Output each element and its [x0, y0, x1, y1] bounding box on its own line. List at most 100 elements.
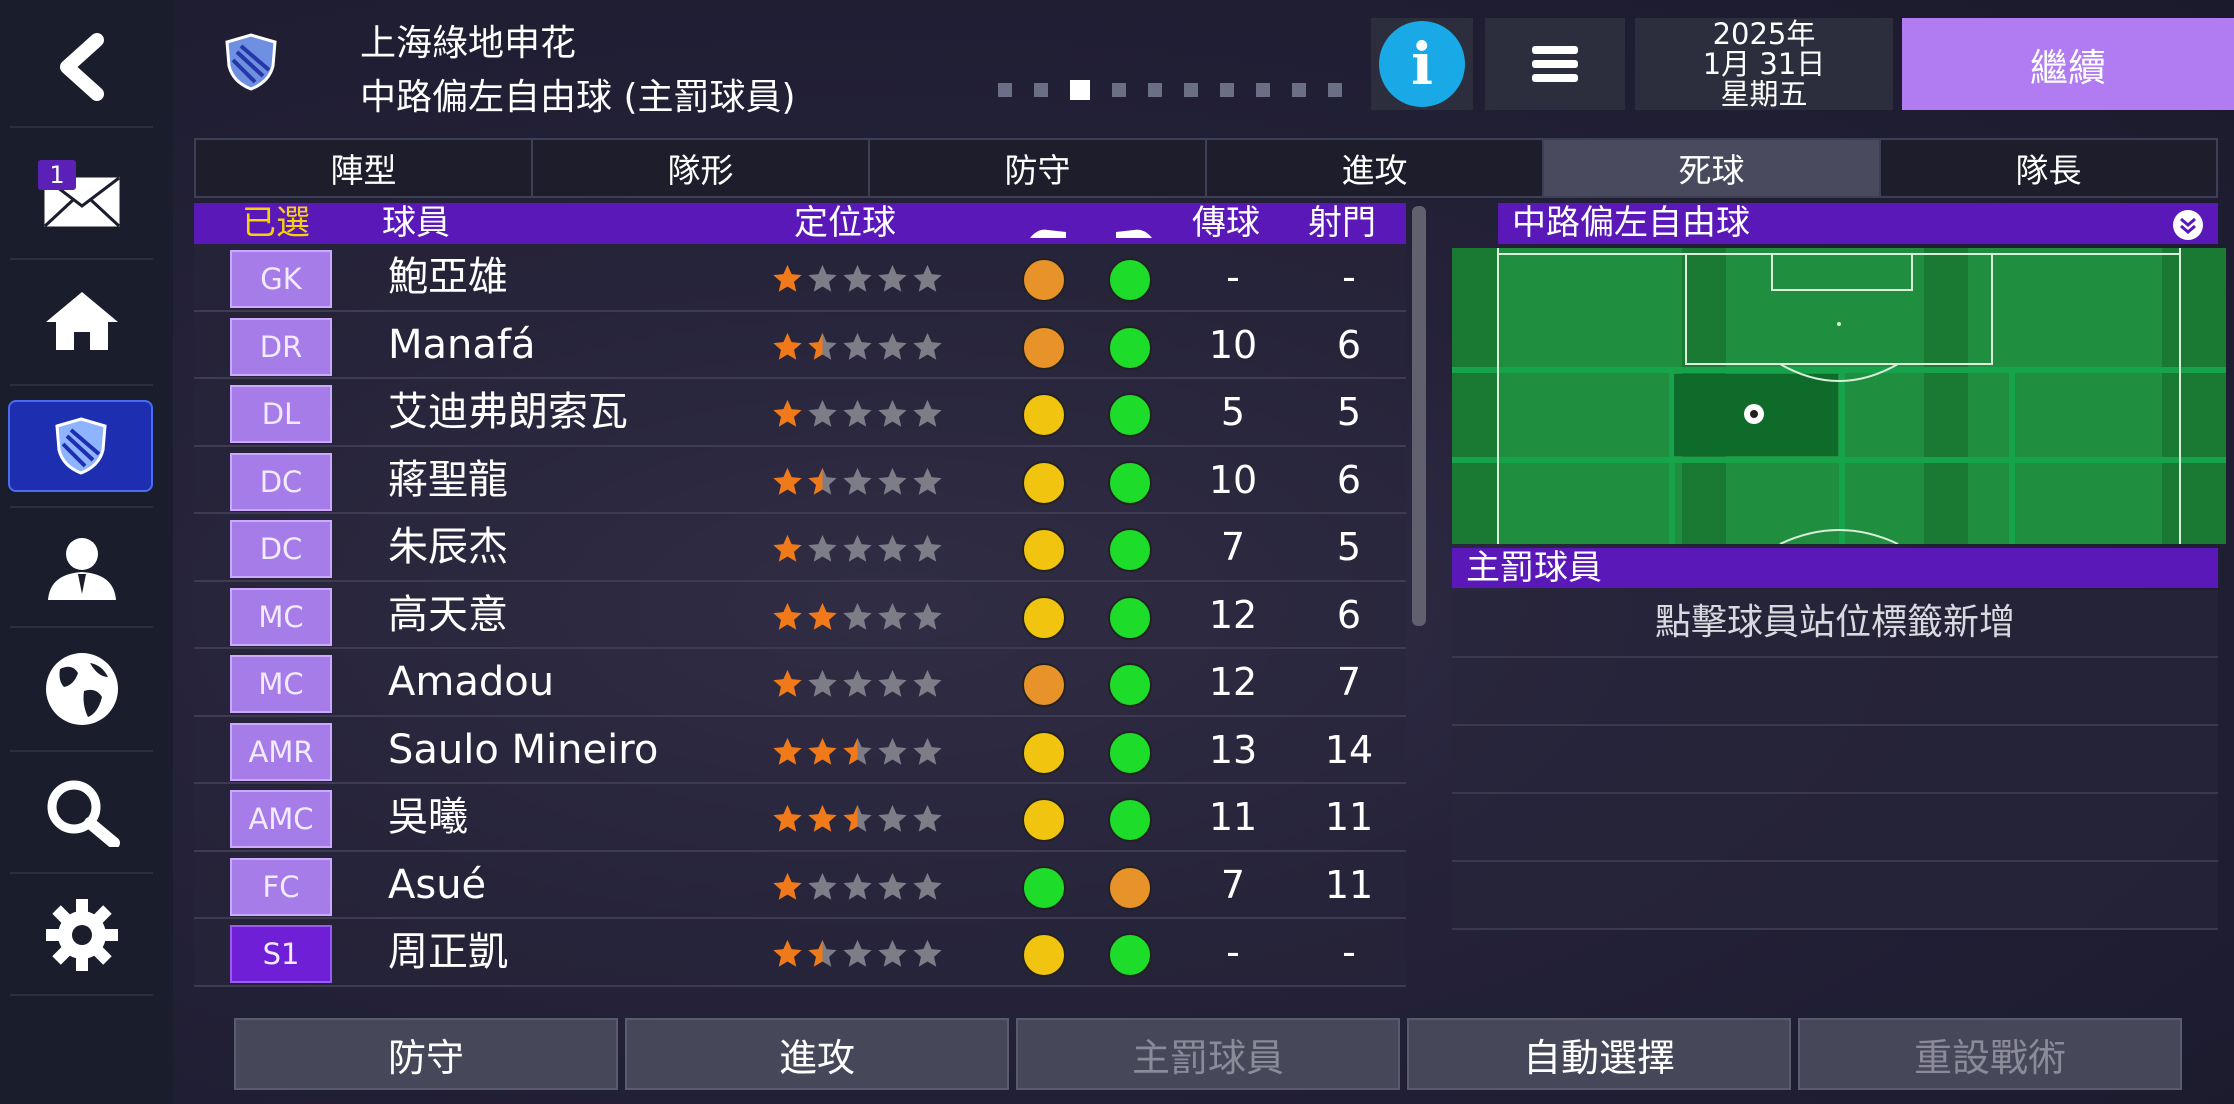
position-tag[interactable]: DC — [230, 520, 332, 578]
home-button[interactable] — [10, 266, 153, 376]
position-tag[interactable]: GK — [230, 250, 332, 308]
search-button[interactable] — [10, 758, 153, 868]
manager-button[interactable] — [10, 514, 153, 624]
hamburger-menu-icon — [1532, 46, 1578, 82]
position-tag[interactable]: S1 — [230, 925, 332, 983]
player-name[interactable]: Amadou — [388, 649, 554, 716]
player-name[interactable]: Manafá — [388, 312, 535, 379]
pitch-diagram[interactable] — [1452, 248, 2226, 544]
tab-attack[interactable]: 進攻 — [1207, 140, 1544, 196]
player-name[interactable]: 朱辰杰 — [388, 514, 508, 581]
position-tag[interactable]: DR — [230, 317, 332, 376]
table-row[interactable]: GK 鮑亞雄 - - — [194, 244, 1406, 312]
table-row[interactable]: S1 周正凱 - - — [194, 919, 1406, 987]
star-icon — [913, 332, 942, 360]
taker-slot[interactable]: 點擊球員站位標籤新增 — [1452, 590, 2218, 658]
position-tag[interactable]: AMC — [230, 790, 332, 848]
shooting-value: - — [1342, 930, 1356, 974]
page-dot-active[interactable] — [1070, 80, 1090, 100]
settings-button[interactable] — [10, 880, 153, 990]
auto-select-button[interactable]: 自動選擇 — [1407, 1018, 1791, 1090]
tab-formation[interactable]: 陣型 — [196, 140, 533, 196]
player-name[interactable]: Asué — [388, 852, 486, 919]
taker-slot[interactable] — [1452, 726, 2218, 794]
page-dot[interactable] — [1034, 83, 1048, 97]
page-dot[interactable] — [1112, 83, 1126, 97]
position-tag[interactable]: AMR — [230, 722, 332, 781]
player-name[interactable]: 艾迪弗朗索瓦 — [388, 379, 628, 446]
tab-defense[interactable]: 防守 — [870, 140, 1207, 196]
chevron-down-icon — [2172, 209, 2204, 250]
page-dot[interactable] — [1292, 83, 1306, 97]
table-row[interactable]: MC Amadou 12 7 — [194, 649, 1406, 717]
taker-slot[interactable] — [1452, 862, 2218, 930]
position-tag[interactable]: DL — [230, 385, 332, 443]
taker-slot[interactable] — [1452, 794, 2218, 862]
shooting-value: 11 — [1324, 795, 1374, 839]
player-name[interactable]: 蔣聖龍 — [388, 447, 508, 514]
table-row[interactable]: DC 朱辰杰 7 5 — [194, 514, 1406, 582]
club-shield-icon — [225, 33, 277, 91]
tab-shape[interactable]: 隊形 — [533, 140, 870, 196]
player-name[interactable]: Saulo Mineiro — [388, 717, 658, 784]
divider — [10, 258, 153, 260]
player-name[interactable]: 鮑亞雄 — [388, 244, 508, 311]
star-icon — [843, 602, 872, 630]
set-piece-title: 中路偏左自由球 — [1512, 203, 1750, 243]
back-button[interactable] — [10, 12, 153, 122]
player-name[interactable]: 周正凱 — [388, 919, 508, 986]
page-dot[interactable] — [1256, 83, 1270, 97]
page-dot[interactable] — [1328, 83, 1342, 97]
info-button[interactable]: i — [1371, 18, 1473, 110]
attack-button[interactable]: 進攻 — [625, 1018, 1009, 1090]
star-icon — [773, 399, 802, 427]
menu-button[interactable] — [1485, 18, 1625, 110]
taker-button[interactable]: 主罰球員 — [1016, 1018, 1400, 1090]
set-piece-selector[interactable]: 中路偏左自由球 — [1498, 203, 2218, 244]
player-name[interactable]: 高天意 — [388, 582, 508, 649]
tab-set-pieces[interactable]: 死球 — [1544, 140, 1881, 196]
player-name[interactable]: 吳曦 — [388, 784, 468, 851]
world-button[interactable] — [10, 634, 153, 744]
position-tag[interactable]: FC — [230, 857, 332, 916]
table-row[interactable]: AMC 吳曦 11 11 — [194, 784, 1406, 852]
star-icon — [913, 804, 942, 832]
star-icon — [773, 872, 802, 900]
position-tag[interactable]: DC — [230, 452, 332, 511]
table-row[interactable]: DR Manafá 10 6 — [194, 311, 1406, 379]
player-list-scrollbar[interactable] — [1412, 206, 1426, 626]
page-dot[interactable] — [998, 83, 1012, 97]
tab-captain[interactable]: 隊長 — [1881, 140, 2216, 196]
date-display[interactable]: 2025年 1月 31日 星期五 — [1635, 18, 1893, 110]
position-tag[interactable]: MC — [230, 587, 332, 646]
page-dot[interactable] — [1148, 83, 1162, 97]
table-row[interactable]: DC 蔣聖龍 10 6 — [194, 446, 1406, 514]
position-tag[interactable]: MC — [230, 655, 332, 713]
passing-value: - — [1226, 930, 1240, 974]
star-icon — [808, 872, 837, 900]
table-row[interactable]: DL 艾迪弗朗索瓦 5 5 — [194, 379, 1406, 447]
taker-slot[interactable] — [1452, 658, 2218, 726]
continue-button[interactable]: 繼續 — [1902, 18, 2234, 110]
inbox-button[interactable] — [10, 140, 153, 250]
star-icon — [913, 602, 942, 630]
page-dot[interactable] — [1220, 83, 1234, 97]
page-dot[interactable] — [1184, 83, 1198, 97]
divider — [10, 626, 153, 628]
col-shooting: 射門 — [1308, 203, 1376, 243]
table-row[interactable]: MC 高天意 12 6 — [194, 581, 1406, 649]
star-icon — [878, 264, 907, 292]
star-icon — [773, 669, 802, 697]
club-button[interactable] — [8, 400, 153, 492]
right-foot-indicator — [1108, 528, 1152, 572]
info-icon: i — [1379, 21, 1465, 107]
table-row[interactable]: FC Asué 7 11 — [194, 851, 1406, 919]
manager-icon — [47, 538, 116, 600]
table-row[interactable]: AMR Saulo Mineiro 13 14 — [194, 716, 1406, 784]
shooting-value: 14 — [1324, 727, 1374, 772]
defense-button[interactable]: 防守 — [234, 1018, 618, 1090]
reset-tactics-button[interactable]: 重設戰術 — [1798, 1018, 2182, 1090]
club-name: 上海綠地申花 — [360, 23, 577, 64]
set-piece-rating — [770, 397, 945, 431]
left-foot-indicator — [1022, 933, 1066, 977]
